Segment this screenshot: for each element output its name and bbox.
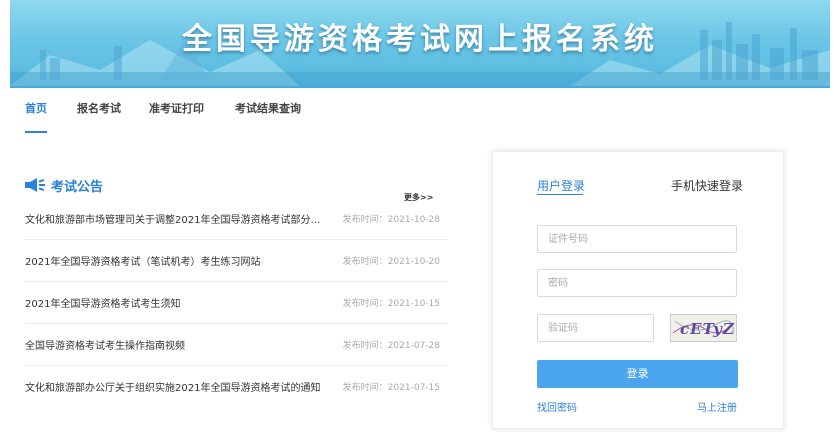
banner-divider	[10, 86, 830, 88]
announcement-title[interactable]: 全国导游资格考试考生操作指南视频	[25, 337, 329, 352]
nav-item-admission-ticket[interactable]: 准考证打印	[149, 100, 204, 116]
announcement-title[interactable]: 2021年全国导游资格考试考生须知	[25, 295, 329, 310]
announcement-list: 文化和旅游部市场管理司关于调整2021年全国导游资格考试部分考区考试时间的通知 …	[25, 198, 448, 407]
tab-active-indicator	[537, 194, 583, 195]
captcha-text: cETyZ	[680, 320, 735, 338]
register-link[interactable]: 马上注册	[697, 399, 737, 414]
id-number-input[interactable]	[537, 225, 737, 253]
announcement-title[interactable]: 文化和旅游部市场管理司关于调整2021年全国导游资格考试部分考区考试时间的通知	[25, 211, 329, 226]
password-input[interactable]	[537, 269, 737, 297]
announcement-date: 发布时间：2021-10-28	[342, 215, 440, 225]
announcement-title[interactable]: 2021年全国导游资格考试（笔试机考）考生练习网站	[25, 253, 329, 268]
captcha-image[interactable]: cETyZ	[670, 314, 737, 342]
announcement-row[interactable]: 文化和旅游部市场管理司关于调整2021年全国导游资格考试部分考区考试时间的通知 …	[25, 198, 448, 240]
nav-item-register-exam[interactable]: 报名考试	[77, 100, 121, 116]
login-button[interactable]: 登录	[537, 360, 738, 388]
announcement-row[interactable]: 2021年全国导游资格考试（笔试机考）考生练习网站 发布时间：2021-10-2…	[25, 240, 448, 282]
nav-item-result-query[interactable]: 考试结果查询	[235, 100, 301, 116]
login-panel: 用户登录 手机快速登录 cETyZ 登录 找回密码 马上注册	[492, 151, 784, 429]
tab-phone-login[interactable]: 手机快速登录	[671, 177, 743, 194]
announcement-date: 发布时间：2021-07-15	[342, 383, 440, 393]
captcha-noise: cETyZ	[672, 320, 735, 338]
announcement-row[interactable]: 全国导游资格考试考生操作指南视频 发布时间：2021-07-28	[25, 324, 448, 366]
header-banner: 全国导游资格考试网上报名系统	[10, 0, 830, 86]
megaphone-icon	[25, 178, 45, 192]
captcha-input[interactable]	[537, 314, 654, 342]
announcement-row[interactable]: 2021年全国导游资格考试考生须知 发布时间：2021-10-15	[25, 282, 448, 324]
nav-item-home[interactable]: 首页	[25, 100, 47, 116]
announcement-row[interactable]: 文化和旅游部办公厅关于组织实施2021年全国导游资格考试的通知 发布时间：202…	[25, 366, 448, 407]
announcements-title: 考试公告	[51, 180, 104, 195]
forgot-password-link[interactable]: 找回密码	[537, 399, 577, 414]
announcement-title[interactable]: 文化和旅游部办公厅关于组织实施2021年全国导游资格考试的通知	[25, 379, 329, 394]
banner-title: 全国导游资格考试网上报名系统	[182, 22, 658, 57]
announcement-date: 发布时间：2021-10-15	[342, 299, 440, 309]
announcement-date: 发布时间：2021-07-28	[342, 341, 440, 351]
tab-user-login[interactable]: 用户登录	[537, 177, 585, 194]
announcement-date: 发布时间：2021-10-20	[342, 257, 440, 267]
nav-active-indicator	[25, 131, 47, 133]
